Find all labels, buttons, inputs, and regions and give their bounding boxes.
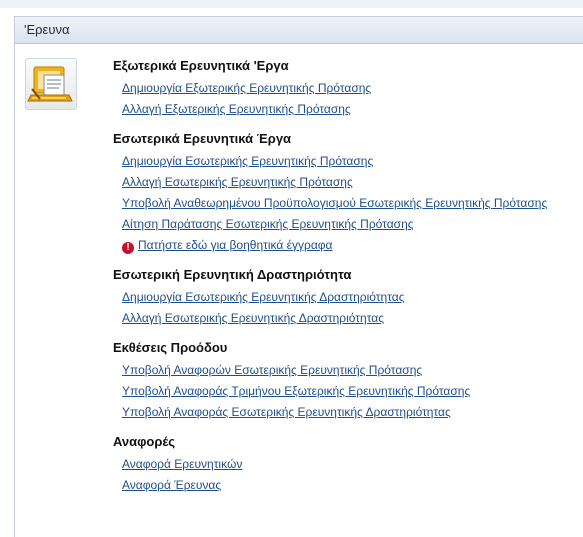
link-submit-internal-reports[interactable]: Υποβολή Αναφορών Εσωτερικής Ερευνητικής …: [122, 363, 422, 377]
link-create-internal-proposal[interactable]: Δημιουργία Εσωτερικής Ερευνητικής Πρότασ…: [122, 154, 373, 168]
link-submit-activity-report[interactable]: Υποβολή Αναφοράς Εσωτερικής Ερευνητικής …: [122, 405, 451, 419]
section-title: Εσωτερική Ερευνητική Δραστηριότητα: [113, 267, 352, 282]
section-internal-projects: Εσωτερικά Ερευνητικά Έργα Δημιουργία Εσω…: [113, 130, 547, 256]
link-create-internal-activity[interactable]: Δημιουργία Εσωτερικής Ερευνητικής Δραστη…: [122, 290, 405, 304]
top-strip: [0, 0, 583, 8]
link-create-external-proposal[interactable]: Δημιουργία Εξωτερικής Ερευνητικής Πρότασ…: [122, 81, 371, 95]
warning-icon: !: [122, 242, 134, 254]
section-title: Εκθέσεις Προόδου: [113, 340, 228, 355]
section-reports: Αναφορές Αναφορά Ερευνητικών Αναφορά Έρε…: [113, 433, 547, 496]
section-external-projects: Εξωτερικά Ερευνητικά 'Εργα Δημιουργία Εξ…: [113, 57, 547, 120]
section-title: Εσωτερικά Ερευνητικά Έργα: [113, 131, 292, 146]
panel-title: 'Ερευνα: [24, 22, 70, 37]
research-panel: 'Ερευνα Εξωτερικά Ερευνητικά 'Εργα Δημιο…: [14, 16, 583, 537]
section-title: Αναφορές: [113, 434, 176, 449]
laptop-document-icon: [25, 58, 77, 110]
help-row: ! Πατήστε εδώ για βοηθητικά έγγραφα: [113, 235, 547, 256]
section-progress-reports: Εκθέσεις Προόδου Υποβολή Αναφορών Εσωτερ…: [113, 339, 547, 423]
section-title: Εξωτερικά Ερευνητικά 'Εργα: [113, 58, 289, 73]
link-researchers-report[interactable]: Αναφορά Ερευνητικών: [122, 457, 242, 471]
link-extension-request[interactable]: Αίτηση Παράτασης Εσωτερικής Ερευνητικής …: [122, 217, 414, 231]
section-internal-activity: Εσωτερική Ερευνητική Δραστηριότητα Δημιο…: [113, 266, 547, 329]
link-change-internal-proposal[interactable]: Αλλαγή Εσωτερικής Ερευνητικής Πρότασης: [122, 175, 353, 189]
panel-header: 'Ερευνα: [15, 17, 583, 44]
link-research-report[interactable]: Αναφορά Έρευνας: [122, 478, 221, 492]
link-change-internal-activity[interactable]: Αλλαγή Εσωτερικής Ερευνητικής Δραστηριότ…: [122, 311, 384, 325]
link-submit-revised-budget[interactable]: Υποβολή Αναθεωρημένου Προϋπολογισμού Εσω…: [122, 196, 547, 210]
link-change-external-proposal[interactable]: Αλλαγή Εξωτερικής Ερευνητικής Πρότασης: [122, 102, 351, 116]
link-submit-quarterly-report[interactable]: Υποβολή Αναφοράς Τριμήνου Εξωτερικής Ερε…: [122, 384, 470, 398]
content-area: Εξωτερικά Ερευνητικά 'Εργα Δημιουργία Εξ…: [113, 57, 547, 506]
link-help-documents[interactable]: Πατήστε εδώ για βοηθητικά έγγραφα: [138, 238, 332, 252]
